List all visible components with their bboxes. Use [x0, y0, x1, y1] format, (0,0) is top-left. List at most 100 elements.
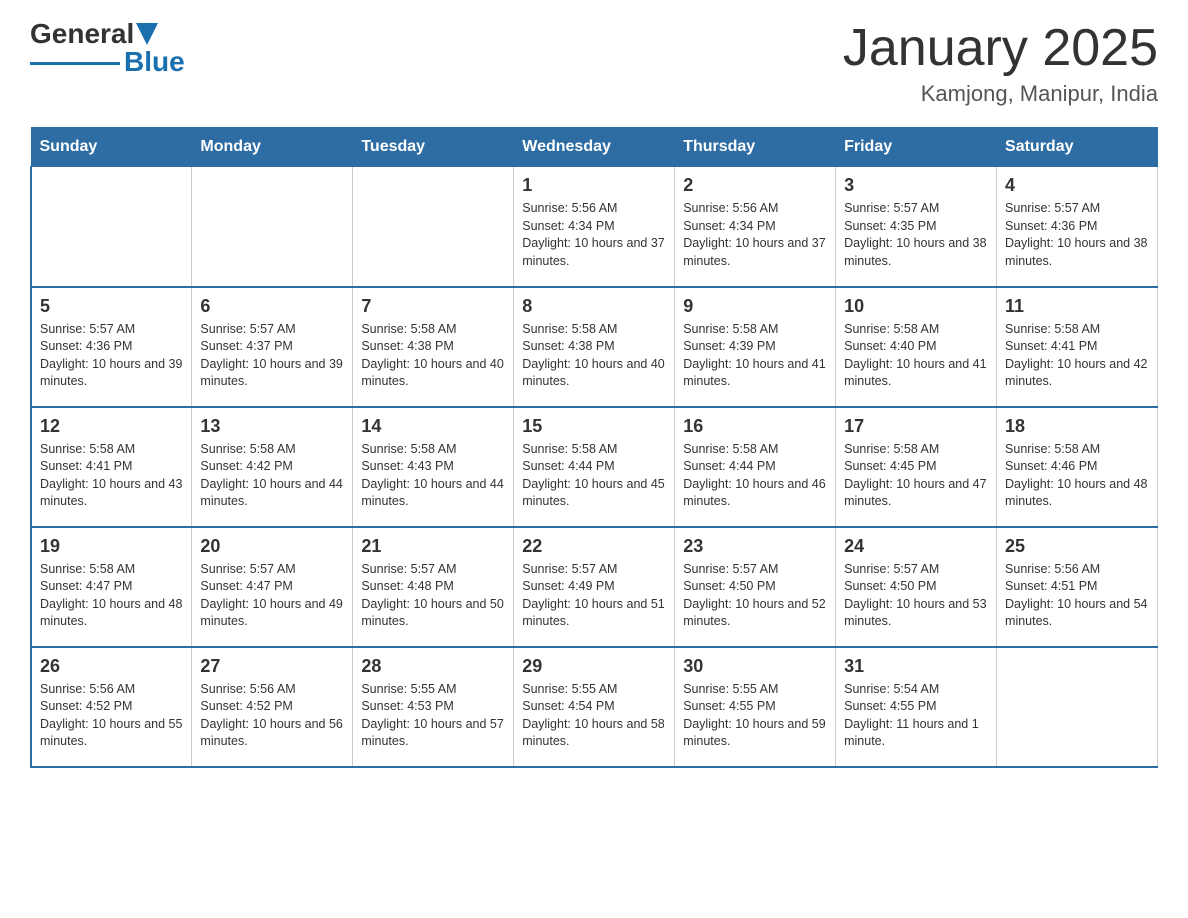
calendar-cell: 4 Sunrise: 5:57 AM Sunset: 4:36 PM Daylig…	[997, 167, 1158, 287]
weekday-header-friday: Friday	[836, 128, 997, 167]
calendar-cell: 27 Sunrise: 5:56 AM Sunset: 4:52 PM Dayli…	[192, 647, 353, 767]
day-number: 1	[522, 175, 666, 196]
week-row-1: 1 Sunrise: 5:56 AM Sunset: 4:34 PM Daylig…	[31, 167, 1158, 287]
calendar-cell: 28 Sunrise: 5:55 AM Sunset: 4:53 PM Dayli…	[353, 647, 514, 767]
day-number: 15	[522, 416, 666, 437]
day-number: 9	[683, 296, 827, 317]
day-number: 28	[361, 656, 505, 677]
day-info: Sunrise: 5:58 AM Sunset: 4:47 PM Dayligh…	[40, 561, 183, 631]
calendar-cell: 26 Sunrise: 5:56 AM Sunset: 4:52 PM Dayli…	[31, 647, 192, 767]
day-info: Sunrise: 5:54 AM Sunset: 4:55 PM Dayligh…	[844, 681, 988, 751]
calendar-cell: 7 Sunrise: 5:58 AM Sunset: 4:38 PM Daylig…	[353, 287, 514, 407]
day-number: 4	[1005, 175, 1149, 196]
day-number: 21	[361, 536, 505, 557]
day-info: Sunrise: 5:58 AM Sunset: 4:46 PM Dayligh…	[1005, 441, 1149, 511]
calendar-cell: 14 Sunrise: 5:58 AM Sunset: 4:43 PM Dayli…	[353, 407, 514, 527]
day-info: Sunrise: 5:57 AM Sunset: 4:50 PM Dayligh…	[844, 561, 988, 631]
calendar-cell: 1 Sunrise: 5:56 AM Sunset: 4:34 PM Daylig…	[514, 167, 675, 287]
weekday-header-row: SundayMondayTuesdayWednesdayThursdayFrid…	[31, 128, 1158, 167]
weekday-header-tuesday: Tuesday	[353, 128, 514, 167]
calendar-cell: 22 Sunrise: 5:57 AM Sunset: 4:49 PM Dayli…	[514, 527, 675, 647]
week-row-5: 26 Sunrise: 5:56 AM Sunset: 4:52 PM Dayli…	[31, 647, 1158, 767]
calendar-cell: 15Sunrise: 5:58 AM Sunset: 4:44 PM Dayli…	[514, 407, 675, 527]
day-number: 31	[844, 656, 988, 677]
calendar-cell: 23 Sunrise: 5:57 AM Sunset: 4:50 PM Dayli…	[675, 527, 836, 647]
day-number: 17	[844, 416, 988, 437]
day-info: Sunrise: 5:55 AM Sunset: 4:55 PM Dayligh…	[683, 681, 827, 751]
calendar-cell: 21 Sunrise: 5:57 AM Sunset: 4:48 PM Dayli…	[353, 527, 514, 647]
day-info: Sunrise: 5:58 AM Sunset: 4:38 PM Dayligh…	[361, 321, 505, 391]
day-number: 30	[683, 656, 827, 677]
day-info: Sunrise: 5:57 AM Sunset: 4:37 PM Dayligh…	[200, 321, 344, 391]
week-row-4: 19 Sunrise: 5:58 AM Sunset: 4:47 PM Dayli…	[31, 527, 1158, 647]
day-info: Sunrise: 5:58 AM Sunset: 4:44 PM Dayligh…	[683, 441, 827, 511]
calendar-cell	[353, 167, 514, 287]
calendar-subtitle: Kamjong, Manipur, India	[843, 81, 1158, 107]
day-info: Sunrise: 5:57 AM Sunset: 4:36 PM Dayligh…	[1005, 200, 1149, 270]
calendar-cell: 18 Sunrise: 5:58 AM Sunset: 4:46 PM Dayli…	[997, 407, 1158, 527]
calendar-cell	[192, 167, 353, 287]
day-number: 19	[40, 536, 183, 557]
day-number: 10	[844, 296, 988, 317]
calendar-cell: 8 Sunrise: 5:58 AM Sunset: 4:38 PM Daylig…	[514, 287, 675, 407]
calendar-cell: 30 Sunrise: 5:55 AM Sunset: 4:55 PM Dayli…	[675, 647, 836, 767]
day-number: 7	[361, 296, 505, 317]
day-info: Sunrise: 5:56 AM Sunset: 4:52 PM Dayligh…	[40, 681, 183, 751]
day-info: Sunrise: 5:57 AM Sunset: 4:48 PM Dayligh…	[361, 561, 505, 631]
page-header: General Blue January 2025 Kamjong, Manip…	[30, 20, 1158, 107]
day-info: Sunrise: 5:57 AM Sunset: 4:47 PM Dayligh…	[200, 561, 344, 631]
day-number: 22	[522, 536, 666, 557]
calendar-cell: 25 Sunrise: 5:56 AM Sunset: 4:51 PM Dayli…	[997, 527, 1158, 647]
calendar-cell: 10Sunrise: 5:58 AM Sunset: 4:40 PM Dayli…	[836, 287, 997, 407]
day-number: 13	[200, 416, 344, 437]
calendar-cell: 3Sunrise: 5:57 AM Sunset: 4:35 PM Daylig…	[836, 167, 997, 287]
calendar-cell: 24Sunrise: 5:57 AM Sunset: 4:50 PM Dayli…	[836, 527, 997, 647]
day-info: Sunrise: 5:55 AM Sunset: 4:53 PM Dayligh…	[361, 681, 505, 751]
calendar-cell: 16Sunrise: 5:58 AM Sunset: 4:44 PM Dayli…	[675, 407, 836, 527]
day-number: 29	[522, 656, 666, 677]
calendar-cell: 20 Sunrise: 5:57 AM Sunset: 4:47 PM Dayli…	[192, 527, 353, 647]
weekday-header-wednesday: Wednesday	[514, 128, 675, 167]
calendar-cell	[31, 167, 192, 287]
weekday-header-sunday: Sunday	[31, 128, 192, 167]
day-info: Sunrise: 5:56 AM Sunset: 4:51 PM Dayligh…	[1005, 561, 1149, 631]
day-info: Sunrise: 5:56 AM Sunset: 4:52 PM Dayligh…	[200, 681, 344, 751]
title-section: January 2025 Kamjong, Manipur, India	[843, 20, 1158, 107]
calendar-cell: 5 Sunrise: 5:57 AM Sunset: 4:36 PM Daylig…	[31, 287, 192, 407]
day-number: 20	[200, 536, 344, 557]
calendar-table: SundayMondayTuesdayWednesdayThursdayFrid…	[30, 127, 1158, 768]
calendar-cell: 12Sunrise: 5:58 AM Sunset: 4:41 PM Dayli…	[31, 407, 192, 527]
calendar-cell: 29 Sunrise: 5:55 AM Sunset: 4:54 PM Dayli…	[514, 647, 675, 767]
logo-text-black: General	[30, 20, 134, 48]
day-info: Sunrise: 5:57 AM Sunset: 4:49 PM Dayligh…	[522, 561, 666, 631]
day-info: Sunrise: 5:56 AM Sunset: 4:34 PM Dayligh…	[683, 200, 827, 270]
day-info: Sunrise: 5:57 AM Sunset: 4:35 PM Dayligh…	[844, 200, 988, 270]
day-info: Sunrise: 5:57 AM Sunset: 4:50 PM Dayligh…	[683, 561, 827, 631]
day-info: Sunrise: 5:58 AM Sunset: 4:38 PM Dayligh…	[522, 321, 666, 391]
day-info: Sunrise: 5:57 AM Sunset: 4:36 PM Dayligh…	[40, 321, 183, 391]
day-number: 5	[40, 296, 183, 317]
day-info: Sunrise: 5:55 AM Sunset: 4:54 PM Dayligh…	[522, 681, 666, 751]
logo: General Blue	[30, 20, 185, 76]
calendar-cell: 19 Sunrise: 5:58 AM Sunset: 4:47 PM Dayli…	[31, 527, 192, 647]
day-info: Sunrise: 5:56 AM Sunset: 4:34 PM Dayligh…	[522, 200, 666, 270]
calendar-cell: 17Sunrise: 5:58 AM Sunset: 4:45 PM Dayli…	[836, 407, 997, 527]
logo-text-blue: Blue	[124, 48, 185, 76]
weekday-header-monday: Monday	[192, 128, 353, 167]
day-number: 18	[1005, 416, 1149, 437]
calendar-cell: 31 Sunrise: 5:54 AM Sunset: 4:55 PM Dayli…	[836, 647, 997, 767]
calendar-cell: 2Sunrise: 5:56 AM Sunset: 4:34 PM Daylig…	[675, 167, 836, 287]
day-info: Sunrise: 5:58 AM Sunset: 4:42 PM Dayligh…	[200, 441, 344, 511]
day-number: 26	[40, 656, 183, 677]
day-number: 25	[1005, 536, 1149, 557]
day-number: 8	[522, 296, 666, 317]
day-info: Sunrise: 5:58 AM Sunset: 4:39 PM Dayligh…	[683, 321, 827, 391]
day-info: Sunrise: 5:58 AM Sunset: 4:43 PM Dayligh…	[361, 441, 505, 511]
day-number: 23	[683, 536, 827, 557]
day-number: 6	[200, 296, 344, 317]
week-row-2: 5 Sunrise: 5:57 AM Sunset: 4:36 PM Daylig…	[31, 287, 1158, 407]
weekday-header-thursday: Thursday	[675, 128, 836, 167]
day-number: 14	[361, 416, 505, 437]
calendar-cell: 13 Sunrise: 5:58 AM Sunset: 4:42 PM Dayli…	[192, 407, 353, 527]
day-number: 27	[200, 656, 344, 677]
